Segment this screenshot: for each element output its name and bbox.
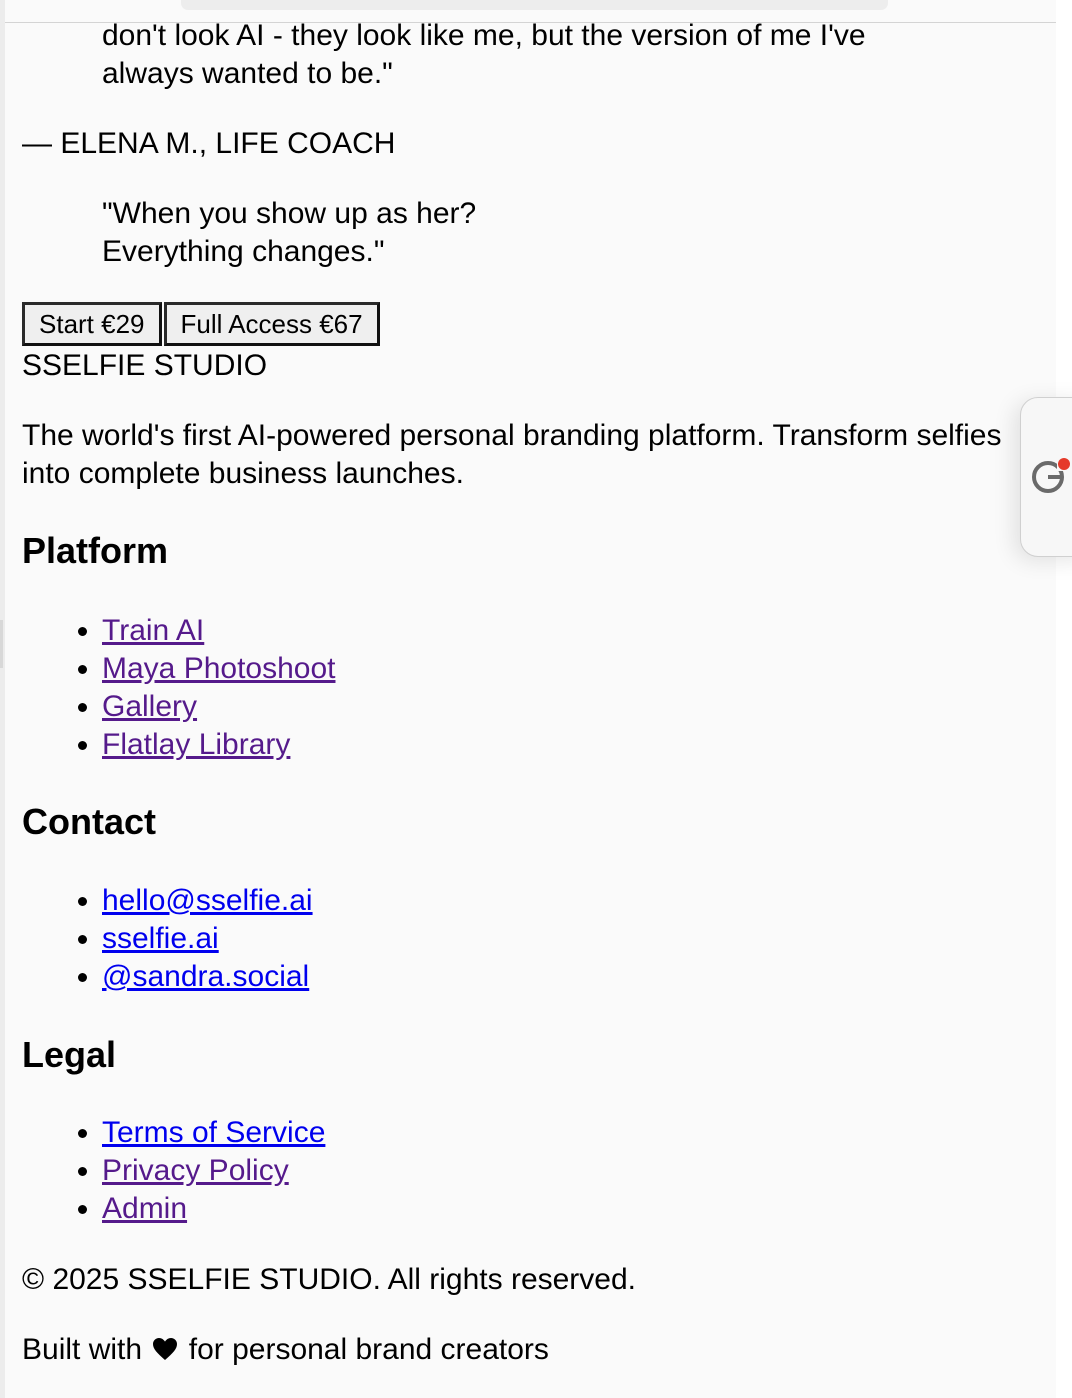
list-item: Flatlay Library	[102, 726, 335, 764]
list-item: @sandra.social	[102, 958, 313, 996]
grammar-assistant-icon[interactable]	[1031, 456, 1071, 496]
quote-line: Everything changes."	[102, 235, 385, 268]
legal-links: Terms of Service Privacy Policy Admin	[22, 1114, 325, 1228]
list-item: Maya Photoshoot	[102, 650, 335, 688]
cta-buttons: Start €29 Full Access €67	[22, 302, 382, 346]
platform-heading: Platform	[22, 530, 169, 571]
email-link[interactable]: hello@sselfie.ai	[102, 884, 313, 917]
list-item: sselfie.ai	[102, 920, 313, 958]
list-item: Terms of Service	[102, 1114, 325, 1152]
list-item: hello@sselfie.ai	[102, 882, 313, 920]
testimonial-quote: don't look AI - they look like me, but t…	[102, 17, 866, 93]
built-suffix: for personal brand creators	[188, 1333, 549, 1366]
flatlay-library-link[interactable]: Flatlay Library	[102, 728, 290, 761]
contact-heading: Contact	[22, 801, 156, 842]
page-viewport: don't look AI - they look like me, but t…	[5, 0, 1056, 1398]
quote-line: don't look AI - they look like me, but t…	[102, 19, 866, 52]
terms-link[interactable]: Terms of Service	[102, 1116, 325, 1149]
list-item: Train AI	[102, 612, 335, 650]
list-item: Gallery	[102, 688, 335, 726]
maya-photoshoot-link[interactable]: Maya Photoshoot	[102, 652, 335, 685]
contact-links: hello@sselfie.ai sselfie.ai @sandra.soci…	[22, 882, 313, 996]
closing-quote: "When you show up as her? Everything cha…	[102, 195, 476, 271]
privacy-link[interactable]: Privacy Policy	[102, 1154, 289, 1187]
quote-line: "When you show up as her?	[102, 197, 477, 230]
heart-icon	[150, 1331, 180, 1369]
legal-heading: Legal	[22, 1034, 117, 1075]
train-ai-link[interactable]: Train AI	[102, 614, 204, 647]
testimonial-attribution: — ELENA M., LIFE COACH	[22, 127, 396, 160]
website-link[interactable]: sselfie.ai	[102, 922, 219, 955]
scrollbar[interactable]	[1056, 0, 1072, 1398]
built-with-text: Built with for personal brand creators	[22, 1331, 549, 1369]
copyright-text: © 2025 SSELFIE STUDIO. All rights reserv…	[22, 1263, 637, 1296]
social-link[interactable]: @sandra.social	[102, 960, 309, 993]
footer-tagline: The world's first AI-powered personal br…	[22, 419, 1002, 490]
built-prefix: Built with	[22, 1333, 143, 1366]
start-button[interactable]: Start €29	[22, 302, 162, 346]
footer-brand: SSELFIE STUDIO	[22, 349, 268, 382]
list-item: Admin	[102, 1190, 325, 1228]
address-bar-edge[interactable]	[181, 0, 888, 10]
resize-handle[interactable]	[0, 620, 3, 668]
notification-badge	[1058, 458, 1070, 470]
quote-line: always wanted to be."	[102, 57, 393, 90]
full-access-button[interactable]: Full Access €67	[163, 302, 380, 346]
admin-link[interactable]: Admin	[102, 1192, 187, 1225]
list-item: Privacy Policy	[102, 1152, 325, 1190]
platform-links: Train AI Maya Photoshoot Gallery Flatlay…	[22, 612, 335, 764]
assistant-widget[interactable]	[1020, 397, 1072, 557]
gallery-link[interactable]: Gallery	[102, 690, 197, 723]
